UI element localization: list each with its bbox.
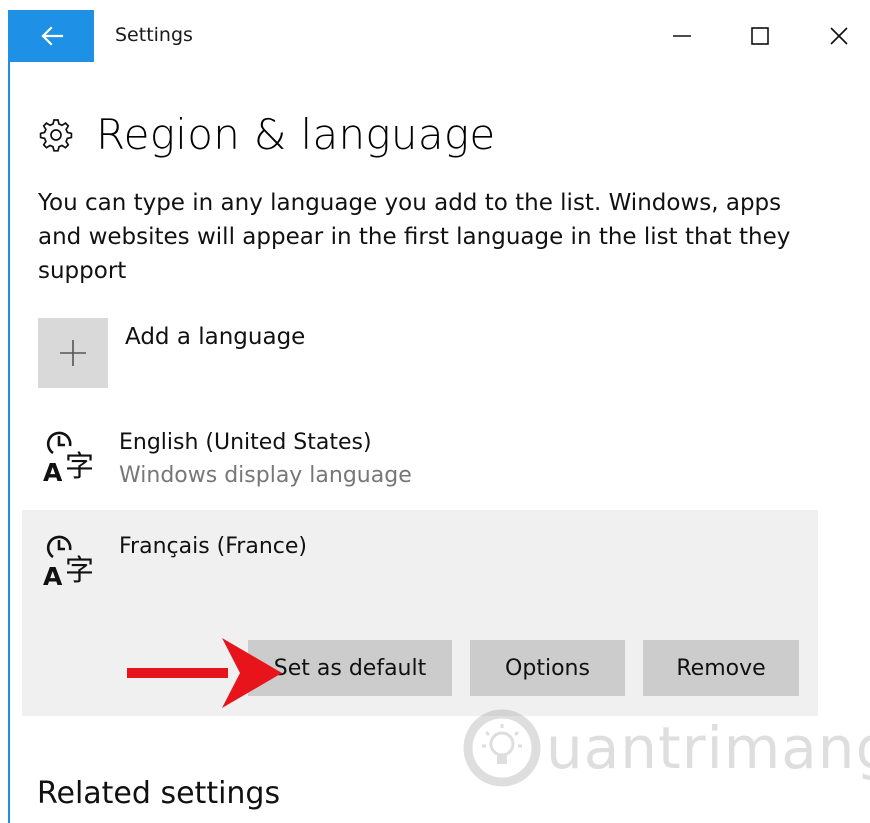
options-button[interactable]: Options [470,640,625,696]
watermark: uantrimang [462,708,870,788]
back-arrow-icon [41,26,64,46]
minimize-icon [673,35,691,37]
remove-button[interactable]: Remove [643,640,799,696]
add-language-tile[interactable] [38,318,108,388]
close-button[interactable] [817,18,861,54]
minimize-button[interactable] [660,18,704,54]
lightbulb-logo-icon [463,709,541,787]
page-description: You can type in any language you add to … [38,190,791,284]
language-name: Français (France) [119,534,307,559]
close-icon [830,27,848,45]
related-settings-heading: Related settings [37,776,281,811]
language-subtitle: Windows display language [119,463,412,488]
title-bar: Settings [0,0,870,62]
language-item-french[interactable]: A 字 Français (France) Set as default Opt… [22,510,818,716]
svg-text:A: A [43,562,63,590]
page-title: Region & language [96,110,496,159]
language-name: English (United States) [119,430,372,455]
maximize-button[interactable] [738,18,782,54]
svg-text:字: 字 [65,449,94,483]
gear-icon [39,118,73,152]
language-icon: A 字 [43,535,94,590]
settings-window: Settings Region & language You can type … [0,0,870,823]
red-arrow-annotation [127,638,282,708]
add-language-label[interactable]: Add a language [125,324,305,388]
watermark-text: uantrimang [546,714,870,782]
maximize-icon [751,27,769,45]
plus-icon [60,340,86,366]
window-left-border [8,10,10,823]
svg-text:字: 字 [65,553,94,587]
language-icon: A 字 [43,431,94,486]
page-heading: Region & language [38,110,496,159]
language-item-english[interactable]: A 字 English (United States) Windows disp… [22,410,818,506]
back-button[interactable] [10,10,94,62]
add-language-button[interactable]: Add a language [38,318,305,388]
svg-text:A: A [43,458,63,486]
window-title: Settings [115,24,193,46]
